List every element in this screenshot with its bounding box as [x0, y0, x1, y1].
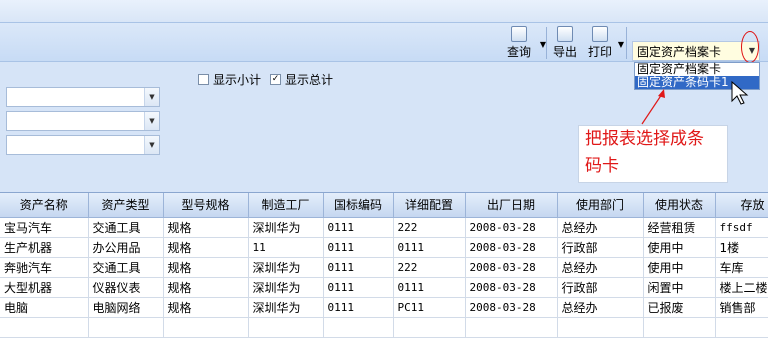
table-cell — [248, 317, 324, 338]
annotation-note: 把报表选择成条 码卡 — [578, 125, 728, 183]
asset-table: 资产名称 资产类型 型号规格 制造工厂 国标编码 详细配置 出厂日期 使用部门 使用状态 存放 宝… — [0, 193, 768, 338]
column-header[interactable]: 国标编码 — [323, 193, 394, 218]
table-cell[interactable]: 规格 — [163, 237, 249, 258]
table-cell[interactable]: 222 — [393, 257, 466, 278]
table-cell[interactable]: 规格 — [163, 257, 249, 278]
table-cell[interactable]: 11 — [248, 237, 324, 258]
table-cell[interactable]: 大型机器 — [0, 277, 89, 298]
annotation-line-2: 码卡 — [585, 156, 619, 176]
table-cell[interactable]: 车库 — [715, 257, 768, 278]
table-cell[interactable]: 1楼 — [715, 237, 768, 258]
table-cell — [715, 317, 768, 338]
table-cell[interactable]: 2008-03-28 — [465, 237, 558, 258]
table-cell[interactable]: 奔驰汽车 — [0, 257, 89, 278]
table-cell[interactable]: ffsdf — [715, 217, 768, 238]
table-cell[interactable]: 深圳华为 — [248, 297, 324, 318]
table-cell — [393, 317, 466, 338]
table-cell[interactable]: 销售部 — [715, 297, 768, 318]
column-header[interactable]: 使用状态 — [643, 193, 716, 218]
table-cell[interactable]: 222 — [393, 217, 466, 238]
column-header[interactable]: 资产类型 — [88, 193, 164, 218]
table-cell[interactable]: 0111 — [393, 237, 466, 258]
table-cell[interactable]: 深圳华为 — [248, 217, 324, 238]
table-cell[interactable]: 0111 — [323, 277, 394, 298]
table-cell[interactable]: 楼上二楼 — [715, 277, 768, 298]
table-body: 宝马汽车 交通工具 规格 深圳华为 0111 222 2008-03-28 总经办 经营租赁 ff… — [0, 217, 768, 338]
table-cell[interactable]: 深圳华为 — [248, 257, 324, 278]
column-header[interactable]: 资产名称 — [0, 193, 89, 218]
table-cell[interactable]: 0111 — [323, 237, 394, 258]
annotation-line-1: 把报表选择成条 — [585, 129, 704, 149]
table-cell[interactable]: 2008-03-28 — [465, 257, 558, 278]
column-header[interactable]: 详细配置 — [393, 193, 466, 218]
table-cell — [643, 317, 716, 338]
table-cell[interactable]: 行政部 — [557, 237, 644, 258]
table-cell — [163, 317, 249, 338]
table-cell[interactable]: 总经办 — [557, 257, 644, 278]
report-window: 查询 ▼ 导出 打印 ▼ 固定资产档案卡 ▼ 显示小计 ✓ 显示总计 ▼ ▼ ▼… — [0, 0, 768, 339]
table-cell[interactable]: 0111 — [323, 217, 394, 238]
table-cell[interactable]: 仪器仪表 — [88, 277, 164, 298]
table-row[interactable]: 宝马汽车 交通工具 规格 深圳华为 0111 222 2008-03-28 总经办 经营租赁 ff… — [0, 217, 768, 238]
table-cell[interactable]: 0111 — [393, 277, 466, 298]
table-cell[interactable]: 规格 — [163, 277, 249, 298]
table-cell[interactable]: PC11 — [393, 297, 466, 318]
table-row[interactable]: 生产机器 办公用品 规格 11 0111 0111 2008-03-28 行政部 使用中 1楼 — [0, 237, 768, 258]
table-cell[interactable]: 生产机器 — [0, 237, 89, 258]
asset-grid: 资产名称 资产类型 型号规格 制造工厂 国标编码 详细配置 出厂日期 使用部门 使用状态 存放 宝… — [0, 192, 768, 339]
table-cell — [323, 317, 394, 338]
table-cell[interactable]: 深圳华为 — [248, 277, 324, 298]
table-cell[interactable]: 交通工具 — [88, 217, 164, 238]
table-cell — [88, 317, 164, 338]
column-header[interactable]: 使用部门 — [557, 193, 644, 218]
table-cell[interactable]: 0111 — [323, 297, 394, 318]
table-cell[interactable]: 使用中 — [643, 237, 716, 258]
table-cell — [0, 317, 89, 338]
table-cell[interactable]: 已报废 — [643, 297, 716, 318]
table-cell[interactable]: 行政部 — [557, 277, 644, 298]
table-cell — [465, 317, 558, 338]
table-cell[interactable]: 2008-03-28 — [465, 297, 558, 318]
table-cell[interactable]: 总经办 — [557, 217, 644, 238]
table-cell[interactable]: 宝马汽车 — [0, 217, 89, 238]
table-cell[interactable]: 办公用品 — [88, 237, 164, 258]
table-cell[interactable]: 0111 — [323, 257, 394, 278]
column-header[interactable]: 出厂日期 — [465, 193, 558, 218]
table-cell[interactable]: 经营租赁 — [643, 217, 716, 238]
table-cell[interactable]: 闲置中 — [643, 277, 716, 298]
table-cell[interactable]: 交通工具 — [88, 257, 164, 278]
table-cell[interactable]: 2008-03-28 — [465, 217, 558, 238]
table-row[interactable]: 大型机器 仪器仪表 规格 深圳华为 0111 0111 2008-03-28 行政部 闲置中 楼上… — [0, 277, 768, 298]
table-cell[interactable]: 电脑网络 — [88, 297, 164, 318]
table-header-row: 资产名称 资产类型 型号规格 制造工厂 国标编码 详细配置 出厂日期 使用部门 使用状态 存放 — [0, 193, 768, 218]
table-row-empty — [0, 317, 768, 338]
table-cell[interactable]: 电脑 — [0, 297, 89, 318]
table-row[interactable]: 电脑 电脑网络 规格 深圳华为 0111 PC11 2008-03-28 总经办 已报废 销售部 — [0, 297, 768, 318]
table-cell[interactable]: 规格 — [163, 297, 249, 318]
column-header[interactable]: 存放 — [715, 193, 768, 218]
table-cell[interactable]: 规格 — [163, 217, 249, 238]
table-cell[interactable]: 2008-03-28 — [465, 277, 558, 298]
table-cell[interactable]: 使用中 — [643, 257, 716, 278]
table-row[interactable]: 奔驰汽车 交通工具 规格 深圳华为 0111 222 2008-03-28 总经办 使用中 车库 — [0, 257, 768, 278]
column-header[interactable]: 型号规格 — [163, 193, 249, 218]
table-cell[interactable]: 总经办 — [557, 297, 644, 318]
column-header[interactable]: 制造工厂 — [248, 193, 324, 218]
table-cell — [557, 317, 644, 338]
